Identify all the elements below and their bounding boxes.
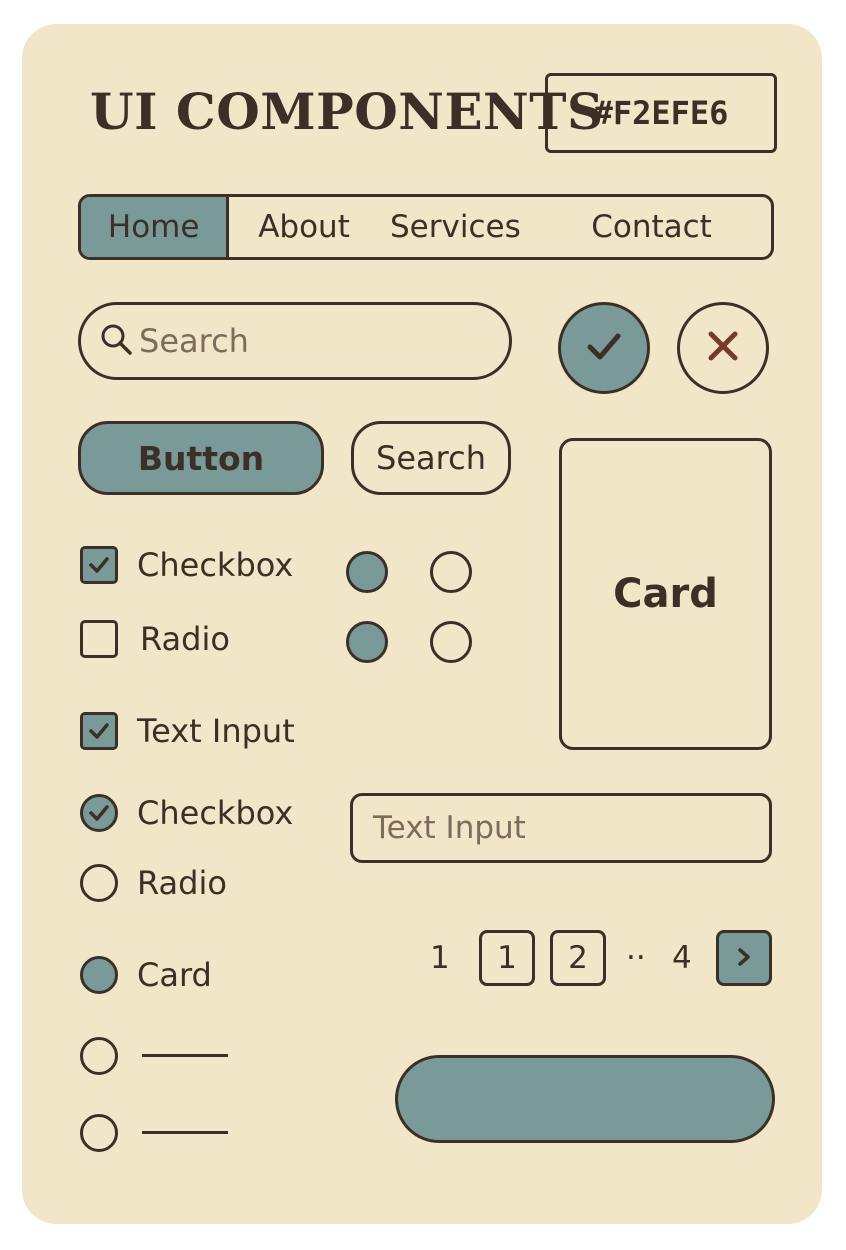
radio-filled[interactable]: [346, 551, 388, 593]
radio-unchecked[interactable]: [80, 864, 118, 902]
page-button[interactable]: 2: [550, 930, 606, 986]
primary-button[interactable]: Button: [78, 421, 324, 495]
checkbox-label: Checkbox: [137, 546, 294, 584]
checkbox-checked[interactable]: [80, 546, 118, 584]
text-input-label: Text Input: [137, 712, 295, 750]
radio-checked[interactable]: [80, 794, 118, 832]
next-page-button[interactable]: [716, 930, 772, 986]
card-label: Card: [613, 571, 718, 617]
placeholder-line: [142, 1054, 228, 1057]
nav-item-contact[interactable]: Contact: [532, 197, 771, 257]
nav-item-home[interactable]: Home: [81, 197, 230, 257]
radio-empty[interactable]: [430, 621, 472, 663]
search-icon: [99, 322, 133, 360]
wide-button[interactable]: [395, 1055, 775, 1143]
text-input-field[interactable]: Text Input: [350, 793, 772, 863]
checkbox-checked[interactable]: [80, 712, 118, 750]
page-button[interactable]: 1: [479, 930, 535, 986]
confirm-button[interactable]: [558, 302, 650, 394]
check-icon: [579, 321, 629, 375]
nav-item-about[interactable]: About: [229, 197, 378, 257]
search-placeholder: Search: [139, 322, 249, 360]
page-number[interactable]: 1: [430, 940, 450, 976]
color-code-box: #F2EFE6: [545, 73, 777, 153]
radio-label: Radio: [140, 620, 230, 658]
nav-tabs: Home About Services Contact: [78, 194, 774, 260]
card: Card: [559, 438, 772, 750]
search-button[interactable]: Search: [351, 421, 511, 495]
search-input[interactable]: Search: [78, 302, 512, 380]
cancel-button[interactable]: [677, 302, 769, 394]
chevron-right-icon: [733, 940, 755, 976]
checkbox-label: Checkbox: [137, 794, 294, 832]
close-icon: [698, 321, 748, 375]
text-input-placeholder: Text Input: [373, 810, 526, 846]
page-ellipsis: ··: [626, 940, 646, 976]
checkbox-unchecked[interactable]: [80, 620, 118, 658]
page-number[interactable]: 4: [672, 940, 692, 976]
nav-item-services[interactable]: Services: [379, 197, 532, 257]
card-label: Card: [137, 956, 212, 994]
placeholder-line: [142, 1131, 228, 1134]
radio-filled[interactable]: [346, 621, 388, 663]
radio-label: Radio: [137, 864, 227, 902]
radio-unchecked[interactable]: [80, 1114, 118, 1152]
radio-selected[interactable]: [80, 956, 118, 994]
radio-unchecked[interactable]: [80, 1037, 118, 1075]
radio-empty[interactable]: [430, 551, 472, 593]
page-title: UI COMPONENTS: [90, 82, 604, 141]
